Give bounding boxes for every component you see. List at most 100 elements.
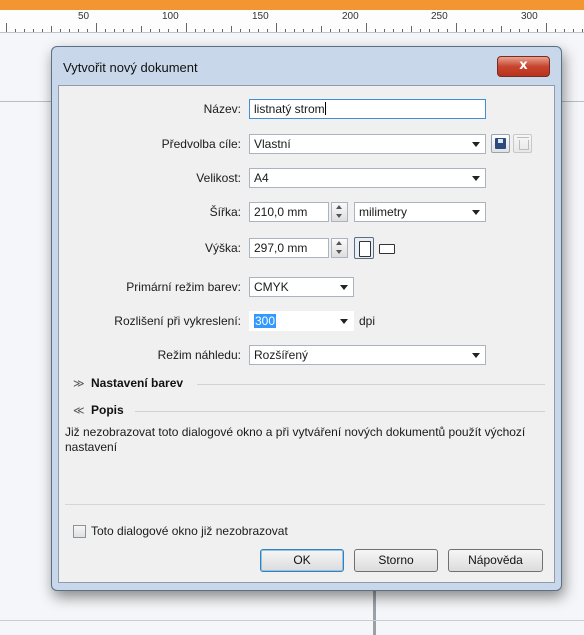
color-mode-value: CMYK: [254, 280, 289, 294]
ruler-tick: [510, 29, 511, 32]
width-label: Šířka:: [209, 205, 241, 219]
expand-chevron-icon[interactable]: ≫: [73, 377, 85, 390]
ruler-tick: [537, 29, 538, 32]
ruler-tick: [204, 29, 205, 32]
ruler-tick: [42, 29, 43, 32]
save-preset-button[interactable]: [491, 134, 510, 153]
ruler-tick: [483, 29, 484, 32]
name-value: listnatý strom: [254, 102, 325, 116]
chevron-down-icon: [472, 210, 480, 215]
ruler-tick: [150, 29, 151, 32]
section-divider: [197, 384, 545, 385]
dialog-title: Vytvořit nový dokument: [63, 60, 198, 75]
preset-value: Vlastní: [254, 137, 291, 151]
ruler-tick: [411, 26, 412, 32]
ruler-tick: [375, 29, 376, 32]
close-button[interactable]: x: [497, 56, 550, 77]
ruler-tick: [474, 29, 475, 32]
ruler-label: 250: [431, 11, 448, 22]
color-mode-select[interactable]: CMYK: [249, 277, 354, 297]
units-select[interactable]: milimetry: [354, 202, 486, 222]
width-spinner[interactable]: [331, 202, 348, 222]
preview-label: Režim náhledu:: [157, 348, 241, 362]
spin-down-icon[interactable]: [332, 212, 347, 221]
dont-show-checkbox[interactable]: [73, 525, 86, 538]
dialog-body: Název: listnatý strom Předvolba cíle: Vl…: [58, 85, 555, 583]
ruler-tick: [159, 29, 160, 32]
chevron-down-icon: [340, 319, 348, 324]
ruler-tick: [60, 29, 61, 32]
ruler-tick: [6, 23, 7, 32]
ruler-label: 200: [342, 11, 359, 22]
ruler-tick: [357, 29, 358, 32]
section-divider: [135, 411, 545, 412]
name-input[interactable]: listnatý strom: [249, 99, 486, 119]
color-mode-label: Primární režim barev:: [126, 280, 241, 294]
dont-show-label[interactable]: Toto dialogové okno již nezobrazovat: [91, 524, 288, 538]
ruler-tick: [195, 29, 196, 32]
canvas-guide: [373, 590, 376, 635]
size-value: A4: [254, 171, 269, 185]
preview-value: Rozšířený: [254, 348, 309, 362]
spin-up-icon[interactable]: [332, 239, 347, 248]
ruler-tick: [105, 29, 106, 32]
save-icon: [495, 138, 506, 149]
ruler-tick: [69, 29, 70, 32]
resolution-value: 300: [254, 314, 277, 328]
width-value: 210,0 mm: [254, 205, 308, 219]
ruler-tick: [285, 29, 286, 32]
ruler-tick: [330, 29, 331, 32]
ruler-tick: [294, 29, 295, 32]
ruler-tick: [555, 29, 556, 32]
ruler-label: 150: [252, 11, 269, 22]
collapse-chevron-icon[interactable]: ≪: [73, 404, 85, 417]
ruler-tick: [213, 29, 214, 32]
ruler-tick: [168, 29, 169, 32]
height-label: Výška:: [204, 241, 241, 255]
ruler-tick: [96, 23, 97, 32]
ruler-tick: [420, 29, 421, 32]
ruler-tick: [231, 26, 232, 32]
ruler-tick: [573, 29, 574, 32]
ruler-tick: [222, 29, 223, 32]
chevron-down-icon: [472, 353, 480, 358]
text-caret: [324, 102, 326, 115]
height-spinner[interactable]: [331, 238, 348, 258]
ruler-tick: [267, 29, 268, 32]
ruler-label: 50: [78, 11, 90, 22]
height-input[interactable]: 297,0 mm: [249, 238, 329, 258]
spin-down-icon[interactable]: [332, 248, 347, 257]
description-header[interactable]: Popis: [91, 403, 124, 417]
cancel-button[interactable]: Storno: [354, 549, 438, 572]
portrait-button[interactable]: [354, 237, 374, 259]
ruler-tick: [339, 29, 340, 32]
ok-button[interactable]: OK: [260, 549, 344, 572]
width-input[interactable]: 210,0 mm: [249, 202, 329, 222]
ruler-tick: [303, 29, 304, 32]
chevron-down-icon: [472, 176, 480, 181]
description-text: Již nezobrazovat toto dialogové okno a p…: [65, 425, 526, 454]
ruler-tick: [546, 23, 547, 32]
ruler-tick: [114, 29, 115, 32]
footer-divider: [65, 504, 545, 505]
ruler-tick: [456, 23, 457, 32]
landscape-button[interactable]: [379, 244, 395, 254]
ruler-tick: [447, 29, 448, 32]
ruler-tick: [78, 29, 79, 32]
size-select[interactable]: A4: [249, 168, 486, 188]
ruler-tick: [582, 29, 583, 32]
ruler-tick: [465, 29, 466, 32]
color-settings-header[interactable]: Nastavení barev: [91, 376, 183, 390]
ruler-tick: [33, 29, 34, 32]
delete-preset-button[interactable]: [513, 134, 532, 153]
resolution-select[interactable]: 300: [249, 311, 354, 331]
resolution-label: Rozlišení při vykreslení:: [114, 314, 241, 328]
ruler-tick: [492, 29, 493, 32]
help-button[interactable]: Nápověda: [448, 549, 543, 572]
preview-select[interactable]: Rozšířený: [249, 345, 486, 365]
spin-up-icon[interactable]: [332, 203, 347, 212]
preset-select[interactable]: Vlastní: [249, 134, 486, 154]
ruler-tick: [366, 23, 367, 32]
dialog-titlebar[interactable]: Vytvořit nový dokument x: [52, 47, 561, 83]
ruler-tick: [186, 23, 187, 32]
